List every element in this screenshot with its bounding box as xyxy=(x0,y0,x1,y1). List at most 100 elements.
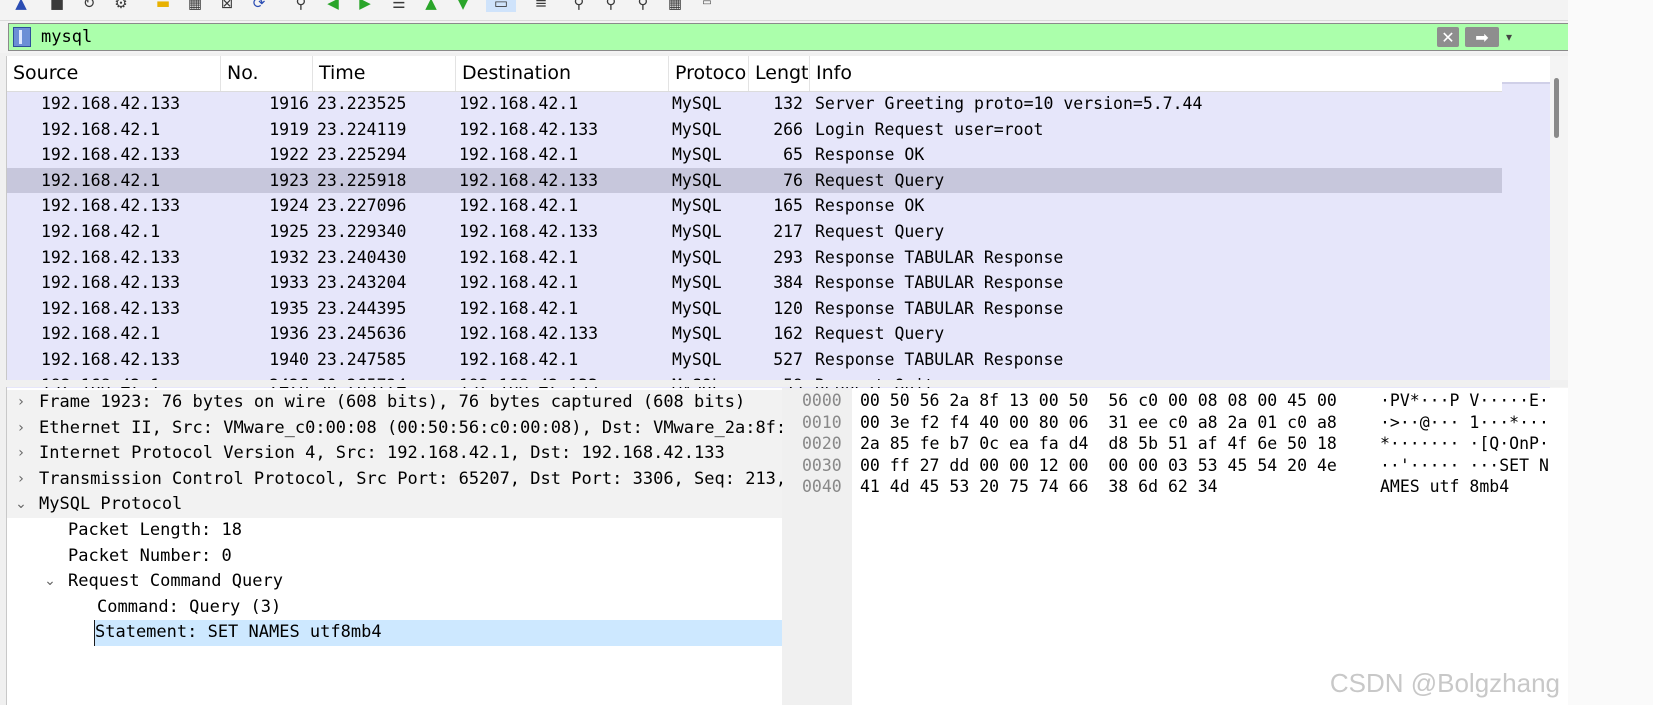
horizontal-splitter[interactable] xyxy=(0,380,1568,387)
packet-row[interactable]: 192.168.42.133 1933 23.243204 192.168.42.1 M… xyxy=(7,270,1503,296)
packet-cell-time: 23.243204 xyxy=(317,273,407,293)
packet-cell-dst: 192.168.42.1 xyxy=(459,94,579,113)
zoom-reset-icon[interactable]: ⚲ xyxy=(634,0,652,12)
packet-cell-src: 192.168.42.1 xyxy=(41,119,161,139)
packet-row[interactable]: 192.168.42.133 1916 23.223525 192.168.42.1 M… xyxy=(7,91,1503,117)
detail-row[interactable]: Packet Length: 18 xyxy=(7,518,783,544)
clear-filter-icon[interactable]: ✕ xyxy=(1437,27,1459,47)
bookmark-icon[interactable] xyxy=(13,27,31,47)
resize-columns-icon[interactable]: ▦ xyxy=(666,0,684,12)
hex-row: 0010 00 3e f2 f4 40 00 80 06 31 ee c0 a8 … xyxy=(790,412,1568,434)
hex-bytes[interactable]: 2a 85 fe b7 0c ea fa d4 d8 5b 51 af 4f 6… xyxy=(860,433,1337,455)
packet-cell-proto: MySQL xyxy=(672,196,722,216)
save-icon[interactable]: ▦ xyxy=(186,0,204,12)
layout-icon[interactable]: ▭ xyxy=(698,0,716,12)
chevron-right-icon[interactable]: › xyxy=(13,390,29,416)
packet-cell-len: 120 xyxy=(773,298,803,318)
detail-row[interactable]: ⌄ MySQL Protocol xyxy=(7,492,783,518)
reload-icon[interactable]: ⟳ xyxy=(250,0,268,12)
detail-row[interactable]: Statement: SET NAMES utf8mb4 xyxy=(7,620,783,646)
hex-offset: 0000 xyxy=(802,391,842,410)
column-header-no[interactable]: No. xyxy=(221,56,313,91)
hex-ascii[interactable]: *······· ·[Q·OnP· xyxy=(1380,433,1549,455)
hex-ascii[interactable]: ··'····· ···SET N xyxy=(1380,455,1549,477)
packet-row[interactable]: 192.168.42.1 1936 23.245636 192.168.42.133 M… xyxy=(7,321,1503,347)
hex-ascii[interactable]: AMES utf 8mb4 xyxy=(1380,476,1509,498)
packet-list-scrollbar[interactable] xyxy=(1550,56,1568,388)
colorize-icon[interactable]: ≡ xyxy=(528,0,554,12)
packet-cell-src: 192.168.42.133 xyxy=(41,350,181,369)
packet-row[interactable]: 192.168.42.133 1922 23.225294 192.168.42.1 M… xyxy=(7,142,1503,168)
detail-row[interactable]: Command: Query (3) xyxy=(7,595,783,621)
packet-cell-src: 192.168.42.133 xyxy=(41,273,181,293)
zoom-in-icon[interactable]: ⚲ xyxy=(570,0,588,12)
packet-cell-proto: MySQL xyxy=(672,350,722,369)
packet-cell-info: Server Greeting proto=10 version=5.7.44 xyxy=(815,94,1203,113)
packet-cell-time: 23.229340 xyxy=(317,222,407,241)
packet-row[interactable]: 192.168.42.133 1924 23.227096 192.168.42.1 M… xyxy=(7,193,1503,219)
hex-bytes[interactable]: 00 50 56 2a 8f 13 00 50 56 c0 00 08 08 0… xyxy=(860,390,1337,412)
hex-bytes[interactable]: 00 ff 27 dd 00 00 12 00 00 00 03 53 45 5… xyxy=(860,455,1337,477)
close-icon[interactable]: ⊠ xyxy=(218,0,236,12)
restart-capture-icon[interactable]: ↻ xyxy=(80,0,98,12)
packet-row[interactable]: 192.168.42.1 1923 23.225918 192.168.42.133 M… xyxy=(7,167,1503,194)
go-last-icon[interactable]: ▼ xyxy=(454,0,472,12)
packet-cell-len: 266 xyxy=(773,119,803,139)
find-icon[interactable]: ⚲ xyxy=(292,0,310,12)
vertical-splitter[interactable] xyxy=(782,388,790,705)
detail-row[interactable]: › Transmission Control Protocol, Src Port… xyxy=(7,466,783,493)
column-header-length[interactable]: Lengt xyxy=(749,56,810,91)
packet-cell-src: 192.168.42.133 xyxy=(41,196,181,216)
hex-bytes[interactable]: 00 3e f2 f4 40 00 80 06 31 ee c0 a8 2a 0… xyxy=(860,412,1337,434)
packet-cell-len: 217 xyxy=(773,222,803,241)
chevron-down-icon[interactable]: ⌄ xyxy=(42,569,58,595)
packet-cell-no: 1940 xyxy=(269,350,309,369)
back-icon[interactable]: ◀ xyxy=(324,0,342,12)
chevron-right-icon[interactable]: › xyxy=(13,441,29,467)
hex-ascii[interactable]: ·>··@··· 1···*··· xyxy=(1380,412,1549,434)
chevron-down-icon[interactable]: ⌄ xyxy=(13,492,29,518)
packet-row[interactable]: 192.168.42.133 1932 23.240430 192.168.42.1 M… xyxy=(7,245,1503,271)
packet-cell-len: 527 xyxy=(773,350,803,369)
shark-fin-icon[interactable]: ▲ xyxy=(12,0,30,12)
zoom-out-icon[interactable]: ⚲ xyxy=(602,0,620,12)
stop-capture-icon[interactable]: ■ xyxy=(48,0,66,12)
go-first-icon[interactable]: ▲ xyxy=(422,0,440,12)
packet-cell-time: 23.247585 xyxy=(317,350,407,369)
open-icon[interactable]: ▬ xyxy=(154,0,172,12)
hex-ascii[interactable]: ·PV*···P V·····E· xyxy=(1380,390,1549,412)
column-header-protocol[interactable]: Protoco xyxy=(669,56,749,91)
hex-bytes[interactable]: 41 4d 45 53 20 75 74 66 38 6d 62 34 xyxy=(860,476,1218,498)
hex-row: 0020 2a 85 fe b7 0c ea fa d4 d8 5b 51 af … xyxy=(790,433,1568,455)
packet-row[interactable]: 192.168.42.133 1935 23.244395 192.168.42.1 M… xyxy=(7,296,1503,322)
column-header-time[interactable]: Time xyxy=(313,56,456,91)
packet-cell-proto: MySQL xyxy=(672,145,722,165)
packet-row[interactable]: 192.168.42.1 1925 23.229340 192.168.42.133 M… xyxy=(7,219,1503,245)
column-header-destination[interactable]: Destination xyxy=(456,56,669,91)
detail-row[interactable]: › Internet Protocol Version 4, Src: 192.1… xyxy=(7,441,783,467)
packet-row[interactable]: 192.168.42.133 1940 23.247585 192.168.42.1 M… xyxy=(7,347,1503,373)
forward-icon[interactable]: ▶ xyxy=(356,0,374,12)
packet-cell-src: 192.168.42.133 xyxy=(41,94,181,113)
detail-row[interactable]: Packet Number: 0 xyxy=(7,544,783,570)
column-header-source[interactable]: Source xyxy=(7,56,221,91)
display-filter-input[interactable]: mysql ✕ ➡ ▾ xyxy=(8,23,1606,51)
packet-cell-no: 1923 xyxy=(269,170,309,190)
chevron-down-icon[interactable]: ▾ xyxy=(1506,27,1512,47)
packet-row[interactable]: 192.168.42.1 1919 23.224119 192.168.42.133 M… xyxy=(7,117,1503,143)
column-header-info[interactable]: Info xyxy=(810,56,1503,91)
detail-text: Transmission Control Protocol, Src Port:… xyxy=(39,468,783,489)
autoscroll-icon[interactable]: ▭ xyxy=(486,0,516,12)
detail-row[interactable]: › Frame 1923: 76 bytes on wire (608 bits)… xyxy=(7,390,783,416)
jump-icon[interactable]: ☰ xyxy=(390,0,408,12)
chevron-right-icon[interactable]: › xyxy=(13,467,29,493)
packet-cell-proto: MySQL xyxy=(672,222,722,241)
detail-row[interactable]: › Ethernet II, Src: VMware_c0:00:08 (00:5… xyxy=(7,415,783,442)
chevron-right-icon[interactable]: › xyxy=(13,416,29,442)
packet-cell-no: 1919 xyxy=(269,119,309,139)
detail-row[interactable]: ⌄ Request Command Query xyxy=(7,569,783,595)
capture-options-icon[interactable]: ⚙ xyxy=(112,0,130,12)
apply-filter-icon[interactable]: ➡ xyxy=(1465,27,1499,47)
scrollbar-thumb[interactable] xyxy=(1554,78,1559,138)
hex-row: 0030 00 ff 27 dd 00 00 12 00 00 00 03 53 … xyxy=(790,455,1568,477)
